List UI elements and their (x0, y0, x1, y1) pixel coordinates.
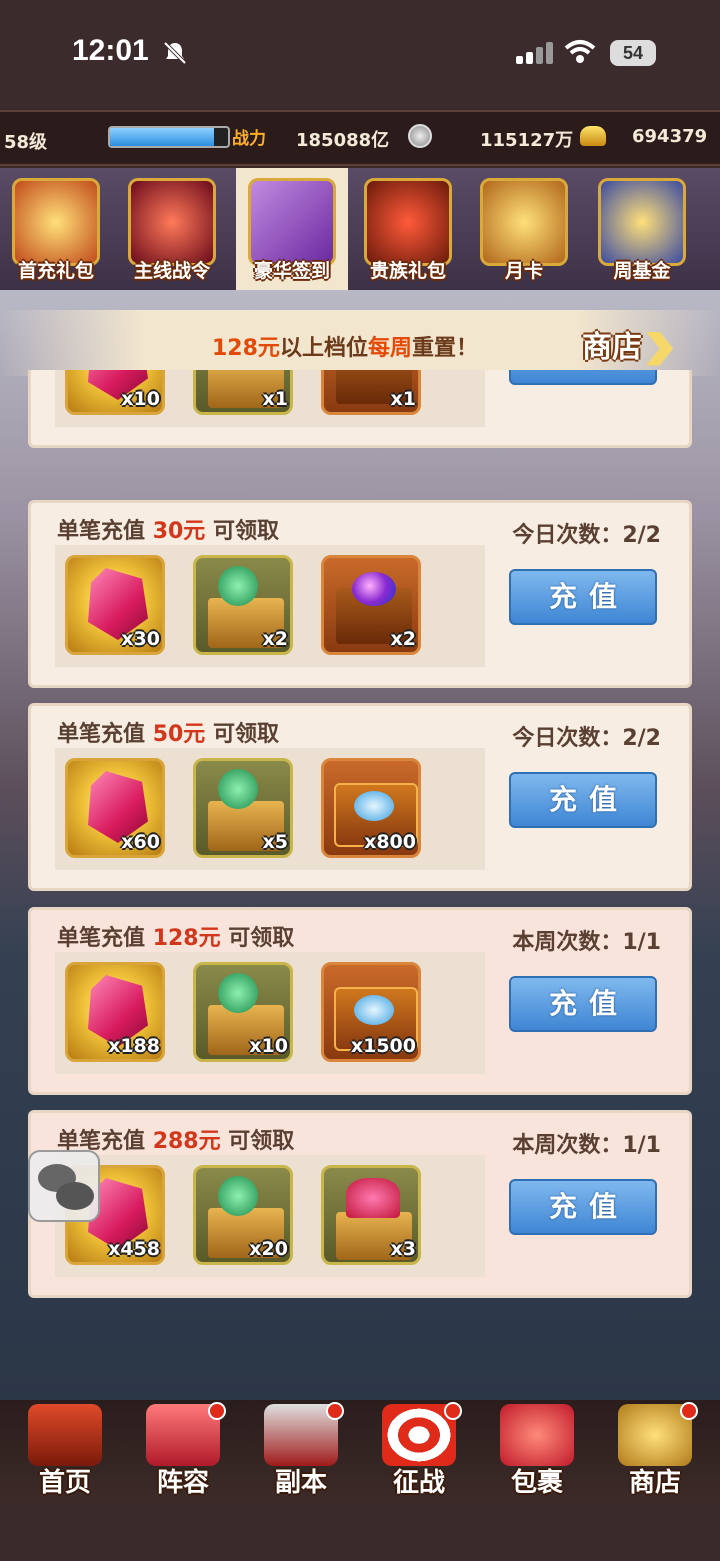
notification-dot (444, 1402, 462, 1420)
gold-value[interactable]: 694379 (632, 126, 707, 147)
recharge-card: 单笔充值 128元 可领取 本周次数：1/1 x188 x10 x1500 充值 (28, 907, 692, 1095)
activity-first-recharge[interactable]: 首充礼包 (6, 178, 106, 282)
double-arrow-icon (646, 331, 674, 366)
item-count: x10 (121, 388, 160, 410)
power-value: 185088亿 (296, 130, 390, 151)
card-title: 单笔充值 50元 可领取 (57, 722, 279, 747)
battery-indicator: 54 (610, 40, 656, 66)
treasure-chest-icon (598, 178, 686, 266)
status-bar: 12:01 54 (0, 0, 720, 108)
shop-link-button[interactable]: 商店 (582, 322, 680, 366)
recharge-card: 单笔充值 30元 可领取 今日次数：2/2 x30 x2 x2 充值 (28, 500, 692, 688)
activity-month-card[interactable]: 月卡 (474, 178, 574, 282)
recharge-button[interactable]: 充值 (509, 370, 657, 385)
item-count: x1 (390, 388, 416, 410)
reward-strip: x60 x5 x800 (55, 748, 485, 870)
skill-book-item[interactable]: x1500 (321, 962, 421, 1062)
item-count: x30 (121, 628, 160, 650)
notification-dot (326, 1402, 344, 1420)
jade-chest-item[interactable]: x20 (193, 1165, 293, 1265)
pouch-icon (500, 1404, 574, 1466)
red-gem-item[interactable]: x60 (65, 758, 165, 858)
reward-strip: x10 x1 x1 (55, 370, 485, 427)
recharge-list[interactable]: x10 x1 x1 充值 单笔充值 30元 可领取 今日次数：2/2 x30 x… (0, 370, 720, 1305)
nav-dungeon[interactable]: 副本 (246, 1400, 356, 1498)
activity-weekly-fund[interactable]: 周基金 (592, 178, 692, 282)
activity-battle-pass[interactable]: 主线战令 (122, 178, 222, 282)
item-count: x800 (364, 831, 416, 853)
palace-icon (28, 1404, 102, 1466)
item-count: x458 (108, 1238, 160, 1260)
nav-home[interactable]: 首页 (10, 1400, 120, 1498)
activity-noble-pack[interactable]: 贵族礼包 (358, 178, 458, 282)
item-count: x60 (121, 831, 160, 853)
calendar-icon (248, 178, 336, 266)
recharge-card: 单笔充值 288元 可领取 本周次数：1/1 x458 x20 x3 充值 (28, 1110, 692, 1298)
orb-box-item[interactable]: x1 (321, 370, 421, 415)
red-gem-item[interactable]: x30 (65, 555, 165, 655)
card-title: 单笔充值 128元 可领取 (57, 926, 295, 951)
red-gem-item[interactable]: x10 (65, 370, 165, 415)
lucky-bag-icon (364, 178, 452, 266)
wifi-icon (564, 40, 596, 63)
home-indicator-area (0, 1498, 720, 1561)
gift-gems-icon (12, 178, 100, 266)
item-count: x1500 (350, 1035, 416, 1057)
gold-ingot-icon (580, 126, 606, 146)
claim-limit: 今日次数：2/2 (512, 726, 661, 751)
silver-coin-icon (408, 124, 432, 148)
signal-icon (516, 42, 556, 64)
recharge-button[interactable]: 充值 (509, 772, 657, 828)
recharge-card: 单笔充值 50元 可领取 今日次数：2/2 x60 x5 x800 充值 (28, 703, 692, 891)
recharge-button[interactable]: 充值 (509, 976, 657, 1032)
claim-limit: 今日次数：2/2 (512, 523, 661, 548)
recharge-button[interactable]: 充值 (509, 1179, 657, 1235)
activity-bar: 首充礼包 主线战令 豪华签到 贵族礼包 月卡 周基金 (0, 168, 720, 290)
activity-daily-signin[interactable]: 豪华签到 (236, 168, 348, 290)
orb-box-item[interactable]: x2 (321, 555, 421, 655)
item-count: x1 (262, 388, 288, 410)
item-count: x188 (108, 1035, 160, 1057)
jade-chest-item[interactable]: x2 (193, 555, 293, 655)
crystal-chest-item[interactable]: x3 (321, 1165, 421, 1265)
jade-chest-item[interactable]: x5 (193, 758, 293, 858)
nav-bag[interactable]: 包裹 (482, 1400, 592, 1498)
nav-shop[interactable]: 商店 (600, 1400, 710, 1498)
item-count: x20 (249, 1238, 288, 1260)
reward-strip: x188 x10 x1500 (55, 952, 485, 1074)
recharge-button[interactable]: 充值 (509, 569, 657, 625)
item-count: x2 (262, 628, 288, 650)
notification-dot (680, 1402, 698, 1420)
nav-campaign[interactable]: 征战 (364, 1400, 474, 1498)
reward-strip: x458 x20 x3 (55, 1155, 485, 1277)
silver-value[interactable]: 115127万 (480, 126, 573, 152)
player-level: 58级 (4, 132, 48, 153)
item-count: x2 (390, 628, 416, 650)
notification-dot (208, 1402, 226, 1420)
recharge-card: x10 x1 x1 充值 (28, 370, 692, 448)
emblem-icon (128, 178, 216, 266)
chat-bubble-icon[interactable] (28, 1150, 100, 1222)
reset-notice: 128元以上档位每周重置！ 商店 (0, 310, 720, 376)
bell-muted-icon (163, 41, 187, 65)
reward-strip: x30 x2 x2 (55, 545, 485, 667)
claim-limit: 本周次数：1/1 (512, 1133, 661, 1158)
card-title: 单笔充值 30元 可领取 (57, 519, 279, 544)
item-count: x3 (390, 1238, 416, 1260)
power-icon: 战力 (232, 129, 266, 149)
jade-chest-item[interactable]: x10 (193, 962, 293, 1062)
jade-chest-item[interactable]: x1 (193, 370, 293, 415)
claim-limit: 本周次数：1/1 (512, 930, 661, 955)
xp-bar (108, 126, 230, 148)
nav-lineup[interactable]: 阵容 (128, 1400, 238, 1498)
clock: 12:01 (72, 34, 149, 67)
resource-bar: 58级 战力 185088亿 115127万 694379 (0, 110, 720, 166)
item-count: x10 (249, 1035, 288, 1057)
red-gem-item[interactable]: x188 (65, 962, 165, 1062)
item-count: x5 (262, 831, 288, 853)
skill-book-item[interactable]: x800 (321, 758, 421, 858)
bottom-nav: 首页 阵容 副本 征战 包裹 商店 (0, 1400, 720, 1498)
card-coins-icon (480, 178, 568, 266)
